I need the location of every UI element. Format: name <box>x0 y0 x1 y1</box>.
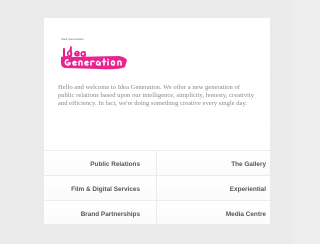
header-tagline: Idea Generation <box>61 37 85 41</box>
menu-item-experiential[interactable]: Experiential <box>157 175 270 200</box>
logo-graphic <box>61 46 127 70</box>
menu-item-the-gallery[interactable]: The Gallery <box>157 150 270 175</box>
navigation-menu: Public Relations The Gallery Film & Digi… <box>44 150 270 224</box>
menu-item-media-centre[interactable]: Media Centre <box>157 200 270 224</box>
page-background: Idea Generation Hello and welcome to Ide… <box>0 0 292 244</box>
menu-item-public-relations[interactable]: Public Relations <box>44 150 157 175</box>
menu-item-film-digital-services[interactable]: Film & Digital Services <box>44 175 157 200</box>
menu-item-brand-partnerships[interactable]: Brand Partnerships <box>44 200 157 224</box>
intro-text: Hello and welcome to Idea Generation. We… <box>58 84 254 107</box>
idea-generation-logo[interactable] <box>59 43 131 73</box>
content-panel: Idea Generation Hello and welcome to Ide… <box>44 18 270 224</box>
